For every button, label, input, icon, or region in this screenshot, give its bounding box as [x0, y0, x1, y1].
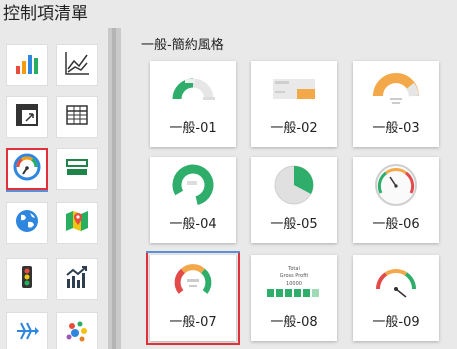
card-label: 一般-07 — [169, 315, 217, 330]
control-card-general-05[interactable]: 一般-05 — [251, 157, 337, 243]
card-label: 一般-08 — [270, 315, 318, 330]
bubble-cluster-icon — [63, 317, 91, 349]
card-label: 一般-02 — [270, 121, 318, 136]
control-card-general-08[interactable]: Total Gross Profit 10000 一般-08 — [251, 255, 337, 341]
control-card-general-04[interactable]: 一般-04 — [150, 157, 236, 243]
bar-chart-icon — [13, 49, 41, 81]
donut-gauge-thumbnail — [150, 63, 236, 113]
category-fishbone[interactable] — [6, 312, 48, 349]
category-map[interactable] — [56, 202, 98, 244]
list-bars-icon — [63, 153, 91, 185]
category-trend-chart[interactable] — [56, 258, 98, 300]
category-table-grid[interactable] — [56, 96, 98, 138]
category-bubble-cluster[interactable] — [56, 312, 98, 349]
card-label: 一般-04 — [169, 217, 217, 232]
trend-chart-icon — [63, 263, 91, 295]
fishbone-icon — [13, 317, 41, 349]
line-chart-icon — [63, 49, 91, 81]
thumb-value: 10000 — [286, 281, 302, 287]
dial-gauge-thumbnail — [353, 159, 439, 209]
table-grid-icon — [63, 101, 91, 133]
kpi-bar-thumbnail: Total Gross Profit 10000 — [251, 257, 337, 307]
category-gauge[interactable] — [6, 148, 48, 192]
half-gauge-thumbnail — [353, 63, 439, 113]
map-icon — [63, 207, 91, 239]
traffic-light-icon — [13, 263, 41, 295]
pie-gauge-thumbnail — [251, 159, 337, 209]
tricolor-ring-gauge-thumbnail — [150, 257, 236, 307]
category-globe[interactable] — [6, 202, 48, 244]
thumb-title: Total — [288, 266, 300, 272]
splitter-bar — [112, 28, 116, 349]
category-list-bars[interactable] — [56, 148, 98, 190]
control-card-general-09[interactable]: 一般-09 — [353, 255, 439, 341]
thumb-subtitle: Gross Profit — [279, 273, 309, 279]
globe-icon — [13, 207, 41, 239]
control-card-general-06[interactable]: 一般-06 — [353, 157, 439, 243]
control-card-general-02[interactable]: 一般-02 — [251, 61, 337, 147]
control-card-general-01[interactable]: 一般-01 — [150, 61, 236, 147]
control-card-general-03[interactable]: 一般-03 — [353, 61, 439, 147]
pivot-table-icon — [13, 101, 41, 133]
card-label: 一般-03 — [372, 121, 420, 136]
bar-gauge-thumbnail — [251, 63, 337, 113]
card-label: 一般-01 — [169, 121, 217, 136]
category-line-chart[interactable] — [56, 44, 98, 86]
section-title: 一般-簡約風格 — [141, 38, 224, 53]
category-pivot-table[interactable] — [6, 96, 48, 138]
card-label: 一般-09 — [372, 315, 420, 330]
control-card-general-07[interactable]: 一般-07 — [146, 251, 240, 345]
card-label: 一般-06 — [372, 217, 420, 232]
gauge-icon — [12, 152, 42, 186]
arc-needle-gauge-thumbnail — [353, 257, 439, 307]
ring-gauge-thumbnail — [150, 159, 236, 209]
card-label: 一般-05 — [270, 217, 318, 232]
category-traffic-light[interactable] — [6, 258, 48, 300]
category-bar-chart[interactable] — [6, 44, 48, 86]
panel-title: 控制項清單 — [0, 0, 457, 28]
